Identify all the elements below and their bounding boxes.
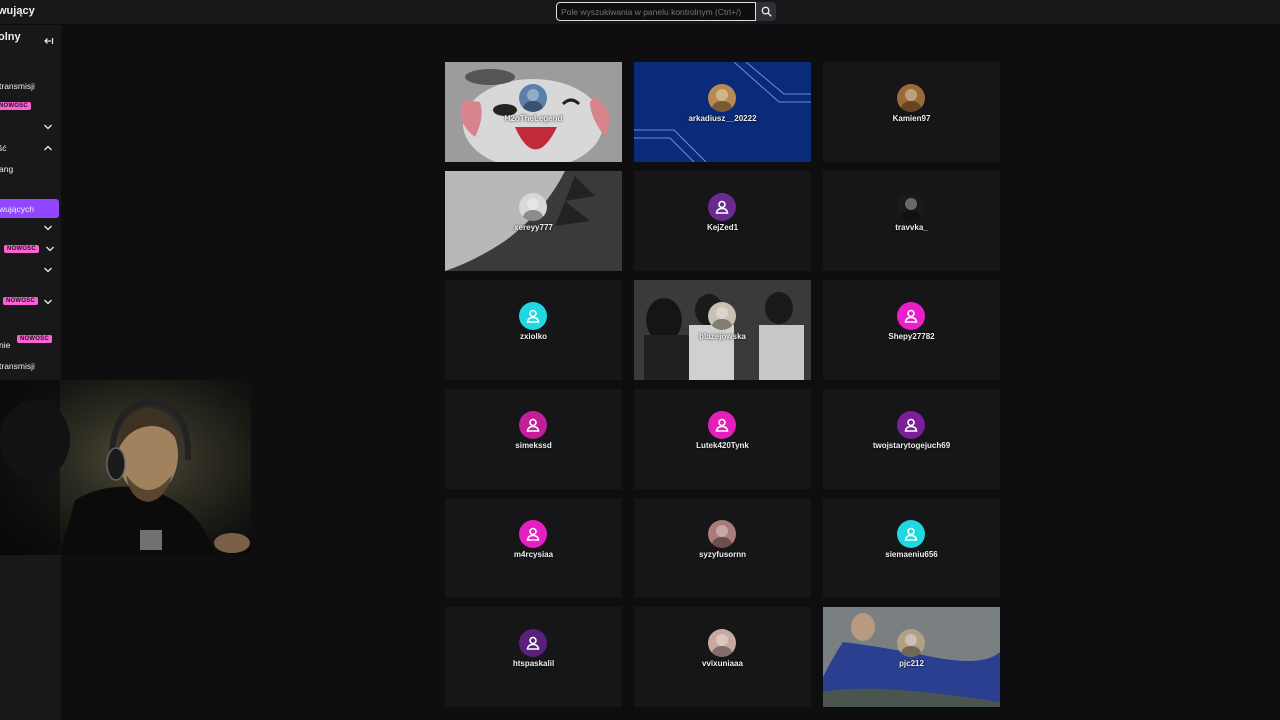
user-avatar [708, 629, 736, 657]
webcam-overlay [0, 380, 251, 555]
chevron-up-icon[interactable] [43, 144, 53, 152]
user-name: siemaeniu656 [885, 550, 938, 559]
user-tile[interactable]: KejZed1 [634, 171, 811, 271]
default-user-avatar-icon [708, 411, 736, 439]
webcam-image [0, 380, 250, 555]
search-icon [761, 6, 772, 17]
user-name: blazejowska [699, 332, 746, 341]
user-tile[interactable]: Shepy27782 [823, 280, 1000, 380]
user-name: xereyy777 [514, 223, 553, 232]
user-avatar [519, 84, 547, 112]
default-user-avatar-icon [897, 520, 925, 548]
user-tile[interactable]: arkadiusz__20222 [634, 62, 811, 162]
search-input[interactable] [556, 2, 756, 21]
tile-background-image [445, 171, 622, 271]
sidebar-item-active[interactable]: wujących [0, 199, 59, 218]
user-avatar [897, 84, 925, 112]
user-name: Kamien97 [892, 114, 931, 123]
user-avatar [708, 84, 736, 112]
default-user-avatar-icon [519, 302, 547, 330]
sidebar-heading: olny [0, 31, 21, 43]
collapse-sidebar-icon[interactable] [42, 35, 54, 47]
user-avatar [897, 193, 925, 221]
user-name: Lutek420Tynk [696, 441, 749, 450]
user-name: vvixuniaaa [702, 659, 743, 668]
user-tile[interactable]: twojstarytogejuch69 [823, 389, 1000, 489]
search-button[interactable] [756, 2, 776, 21]
chevron-down-icon[interactable] [43, 224, 53, 232]
user-name: zxiolko [519, 332, 548, 341]
default-user-avatar-icon [897, 411, 925, 439]
user-tile[interactable]: htspaskalil [445, 607, 622, 707]
user-name: simekssd [515, 441, 552, 450]
user-tile[interactable]: H2oTheLegend [445, 62, 622, 162]
user-tile[interactable]: xereyy777 [445, 171, 622, 271]
user-tile[interactable]: zxiolko [445, 280, 622, 380]
user-tile[interactable]: syzyfusornn [634, 498, 811, 598]
user-name: H2oTheLegend [504, 114, 563, 123]
user-name: twojstarytogejuch69 [872, 441, 951, 450]
tile-background-image [634, 62, 811, 162]
user-avatar [519, 193, 547, 221]
dashboard-search [556, 2, 776, 21]
user-tile[interactable]: Lutek420Tynk [634, 389, 811, 489]
chevron-down-icon[interactable] [43, 123, 53, 131]
user-tile[interactable]: travvka_ [823, 171, 1000, 271]
sidebar-item-ang[interactable]: ang [0, 164, 13, 174]
user-tile[interactable]: siemaeniu656 [823, 498, 1000, 598]
sidebar-item-transmisji[interactable]: transmisji [0, 81, 35, 91]
default-user-avatar-icon [519, 520, 547, 548]
sidebar-item-active-label: wujących [0, 204, 34, 214]
tile-background-image [823, 607, 1000, 707]
top-bar: wujący [0, 0, 1280, 25]
user-tile[interactable]: m4rcysiaa [445, 498, 622, 598]
user-name: m4rcysiaa [513, 550, 554, 559]
user-tile[interactable]: Kamien97 [823, 62, 1000, 162]
new-badge: NOWOŚĆ [3, 297, 38, 305]
tile-background-image [634, 280, 811, 380]
sidebar-item-sc[interactable]: ść [0, 143, 7, 153]
user-name: syzyfusornn [698, 550, 747, 559]
user-tile[interactable]: blazejowska [634, 280, 811, 380]
user-tile[interactable]: pjc212 [823, 607, 1000, 707]
user-name: htspaskalil [512, 659, 555, 668]
user-avatar [708, 302, 736, 330]
user-tile[interactable]: simekssd [445, 389, 622, 489]
new-badge: NOWOŚĆ [4, 245, 39, 253]
sidebar-item-transmisji[interactable]: transmisji [0, 361, 35, 371]
page-title: wujący [0, 5, 35, 17]
user-tile[interactable]: vvixuniaaa [634, 607, 811, 707]
user-name: travvka_ [895, 223, 928, 232]
default-user-avatar-icon [519, 411, 547, 439]
user-avatar [897, 629, 925, 657]
user-name: Shepy27782 [888, 332, 935, 341]
new-badge: NOWOŚĆ [17, 335, 52, 343]
user-name: KejZed1 [706, 223, 739, 232]
chevron-down-icon[interactable] [43, 266, 53, 274]
chevron-down-icon[interactable] [45, 245, 55, 253]
default-user-avatar-icon [519, 629, 547, 657]
user-avatar [708, 520, 736, 548]
sidebar-item-nie[interactable]: nie [0, 340, 10, 350]
sidebar: olny transmisji NOWOŚĆ ść ang wujących N… [0, 25, 61, 720]
user-name: pjc212 [899, 659, 924, 668]
default-user-avatar-icon [897, 302, 925, 330]
chevron-down-icon[interactable] [43, 298, 53, 306]
new-badge: NOWOŚĆ [0, 102, 31, 110]
user-name: arkadiusz__20222 [688, 114, 757, 123]
tile-background-image [445, 62, 622, 162]
default-user-avatar-icon [708, 193, 736, 221]
